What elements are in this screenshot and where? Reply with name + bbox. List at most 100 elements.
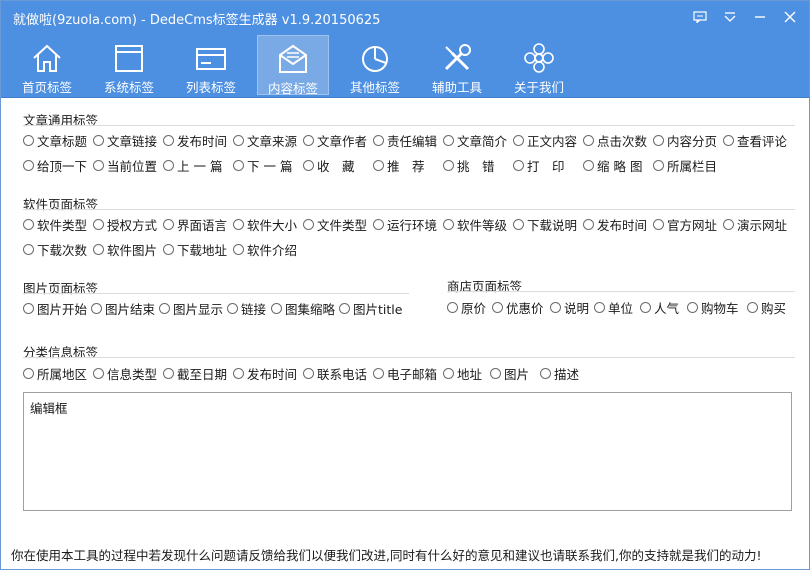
radio-article-summary[interactable]: 文章简介	[443, 131, 507, 150]
radio-download-url[interactable]: 下载地址	[163, 240, 227, 259]
tools-icon	[444, 44, 471, 71]
main-toolbar: 首页标签 系统标签 列表标签 内容标签 其他标签 辅助工具 关于我们	[1, 33, 809, 98]
tab-content-tags[interactable]: 内容标签	[257, 35, 329, 96]
window-controls	[687, 6, 803, 28]
shop-section-title: 商店页面标签	[447, 279, 523, 294]
radio-software-rating[interactable]: 软件等级	[443, 215, 507, 234]
radio-phone[interactable]: 联系电话	[303, 364, 367, 383]
radio-download-notes[interactable]: 下载说明	[513, 215, 577, 234]
radio-discount-price[interactable]: 优惠价	[492, 298, 544, 317]
radio-article-link[interactable]: 文章链接	[93, 131, 157, 150]
radio-region[interactable]: 所属地区	[23, 364, 87, 383]
radio-print[interactable]: 打 印	[513, 156, 565, 175]
envelope-icon	[279, 44, 307, 73]
divider	[23, 293, 409, 294]
radio-software-size[interactable]: 软件大小	[233, 215, 297, 234]
tab-label: 系统标签	[103, 80, 154, 95]
radio-give-thumbs-up[interactable]: 给顶一下	[23, 156, 87, 175]
home-icon	[33, 44, 61, 72]
radio-article-author[interactable]: 文章作者	[303, 131, 367, 150]
radio-click-count[interactable]: 点击次数	[583, 131, 647, 150]
tab-list-tags[interactable]: 列表标签	[175, 35, 247, 95]
flower-icon	[524, 43, 554, 73]
divider	[23, 125, 795, 126]
radio-original-price[interactable]: 原价	[447, 298, 486, 317]
radio-image-display[interactable]: 图片显示	[159, 299, 223, 318]
editor-textarea[interactable]: 编辑框	[23, 392, 792, 511]
tab-label: 列表标签	[185, 80, 236, 95]
image-section-title: 图片页面标签	[23, 281, 99, 296]
radio-report-error[interactable]: 挑 错	[443, 156, 495, 175]
classified-section-title: 分类信息标签	[23, 345, 99, 360]
tab-system-tags[interactable]: 系统标签	[93, 35, 165, 95]
radio-content-paging[interactable]: 内容分页	[653, 131, 717, 150]
radio-parent-column[interactable]: 所属栏目	[653, 156, 717, 175]
radio-favorite[interactable]: 收 藏	[303, 156, 355, 175]
tab-label: 辅助工具	[431, 80, 482, 95]
radio-previous-article[interactable]: 上 一 篇	[163, 156, 222, 175]
radio-thumbnail[interactable]: 缩 略 图	[583, 156, 642, 175]
radio-demo-site[interactable]: 演示网址	[723, 215, 787, 234]
divider	[447, 291, 795, 292]
radio-license-type[interactable]: 授权方式	[93, 215, 157, 234]
card-icon	[196, 48, 226, 70]
radio-gallery-thumbnail[interactable]: 图集缩略	[271, 299, 335, 318]
radio-interface-language[interactable]: 界面语言	[163, 215, 227, 234]
radio-next-article[interactable]: 下 一 篇	[233, 156, 292, 175]
radio-address[interactable]: 地址	[443, 364, 482, 383]
tab-label: 首页标签	[21, 80, 72, 95]
article-section-title: 文章通用标签	[23, 113, 99, 128]
radio-unit[interactable]: 单位	[594, 298, 633, 317]
radio-current-position[interactable]: 当前位置	[93, 156, 157, 175]
app-window: 就做啦(9zuola.com) - DedeCms标签生成器 v1.9.2015…	[0, 0, 810, 570]
radio-image-start[interactable]: 图片开始	[23, 299, 87, 318]
radio-body-content[interactable]: 正文内容	[513, 131, 577, 150]
tab-about-us[interactable]: 关于我们	[503, 35, 575, 95]
radio-recommend[interactable]: 推 荐	[373, 156, 425, 175]
editor-label: 编辑框	[30, 401, 68, 416]
radio-download-count[interactable]: 下载次数	[23, 240, 87, 259]
pie-chart-icon	[362, 46, 388, 72]
radio-runtime-env[interactable]: 运行环境	[373, 215, 437, 234]
minimize-icon[interactable]	[747, 6, 773, 28]
radio-article-source[interactable]: 文章来源	[233, 131, 297, 150]
radio-classified-publish-time[interactable]: 发布时间	[233, 364, 297, 383]
menu-dropdown-icon[interactable]	[717, 6, 743, 28]
tab-helper-tools[interactable]: 辅助工具	[421, 35, 493, 95]
feedback-icon[interactable]	[687, 6, 713, 28]
radio-article-title[interactable]: 文章标题	[23, 131, 87, 150]
content-panel: 文章通用标签 文章标题 文章链接 发布时间 文章来源 文章作者 责任编辑 文章简…	[1, 98, 809, 569]
radio-software-intro[interactable]: 软件介绍	[233, 240, 297, 259]
radio-view-comments[interactable]: 查看评论	[723, 131, 787, 150]
radio-software-publish-time[interactable]: 发布时间	[583, 215, 647, 234]
radio-file-type[interactable]: 文件类型	[303, 215, 367, 234]
title-bar: 就做啦(9zuola.com) - DedeCms标签生成器 v1.9.2015…	[1, 1, 809, 33]
radio-describe[interactable]: 描述	[540, 364, 579, 383]
radio-image-end[interactable]: 图片结束	[91, 299, 155, 318]
tab-label: 其他标签	[349, 80, 400, 95]
tab-label: 关于我们	[513, 80, 564, 95]
radio-picture[interactable]: 图片	[490, 364, 529, 383]
radio-publish-time[interactable]: 发布时间	[163, 131, 227, 150]
radio-buy[interactable]: 购买	[747, 298, 786, 317]
radio-popularity[interactable]: 人气	[640, 298, 679, 317]
software-section-title: 软件页面标签	[23, 197, 99, 212]
radio-link[interactable]: 链接	[227, 299, 266, 318]
radio-image-title[interactable]: 图片title	[339, 299, 402, 318]
window-icon	[115, 45, 143, 72]
close-icon[interactable]	[777, 6, 803, 28]
footer-message: 你在使用本工具的过程中若发现什么问题请反馈给我们以便我们改进,同时有什么好的意见…	[11, 548, 762, 563]
radio-expiry-date[interactable]: 截至日期	[163, 364, 227, 383]
radio-email[interactable]: 电子邮箱	[373, 364, 437, 383]
radio-software-image[interactable]: 软件图片	[93, 240, 157, 259]
radio-shopping-cart[interactable]: 购物车	[687, 298, 739, 317]
radio-software-type[interactable]: 软件类型	[23, 215, 87, 234]
divider	[23, 357, 795, 358]
radio-info-type[interactable]: 信息类型	[93, 364, 157, 383]
tab-other-tags[interactable]: 其他标签	[339, 35, 411, 95]
radio-editor-in-charge[interactable]: 责任编辑	[373, 131, 437, 150]
tab-home-tags[interactable]: 首页标签	[11, 35, 83, 95]
radio-description[interactable]: 说明	[550, 298, 589, 317]
radio-official-site[interactable]: 官方网址	[653, 215, 717, 234]
divider	[23, 209, 795, 210]
